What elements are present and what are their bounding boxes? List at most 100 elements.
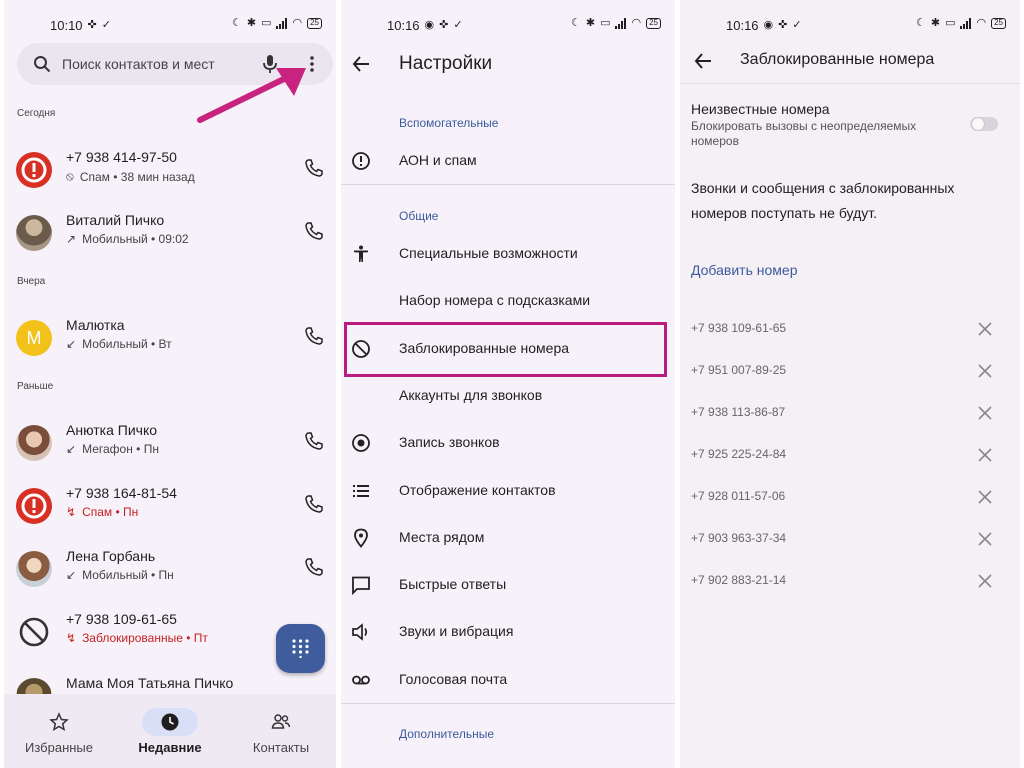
- settings-item-label: АОН и спам: [399, 152, 477, 168]
- status-time: 10:16: [726, 18, 759, 33]
- call-row[interactable]: +7 938 414-97-50 ⦸ Спам • 38 мин назад: [4, 148, 336, 204]
- search-input[interactable]: Поиск контактов и мест: [62, 56, 215, 72]
- call-meta: ↯ Спам • Пн: [66, 505, 139, 519]
- settings-item-quick-responses[interactable]: Быстрые ответы: [341, 563, 675, 607]
- tab-recent-label: Недавние: [138, 740, 202, 755]
- remove-close-icon[interactable]: [978, 322, 992, 336]
- caller-name: +7 938 164-81-54: [66, 485, 177, 501]
- caller-name: Мама Моя Татьяна Пичко: [66, 675, 234, 691]
- phone-call-icon[interactable]: [304, 494, 324, 514]
- phone-call-icon[interactable]: [304, 326, 324, 346]
- blocked-number: +7 928 011-57-06: [691, 489, 786, 503]
- settings-item-caller-id[interactable]: АОН и спам: [341, 139, 675, 183]
- blocked-number: +7 925 225-24-84: [691, 447, 787, 461]
- call-meta: ↗ Мобильный • 09:02: [66, 232, 189, 246]
- settings-item-label: Специальные возможности: [399, 245, 578, 261]
- settings-item-label: Голосовая почта: [399, 671, 508, 687]
- remove-close-icon[interactable]: [978, 364, 992, 378]
- bottom-navigation: Избранные Недавние Контакты: [4, 694, 336, 768]
- vibrate-icon: ▭: [600, 17, 611, 29]
- settings-item-display-options[interactable]: Отображение контактов: [341, 469, 675, 513]
- vibrate-icon: ▭: [261, 17, 272, 29]
- clock-icon: [161, 713, 179, 731]
- wifi-icon: ◠: [631, 17, 642, 29]
- bluetooth-icon: ✱: [930, 17, 941, 29]
- incoming-call-icon: ↙: [66, 337, 77, 351]
- spam-alert-icon: [21, 493, 47, 519]
- tab-recent[interactable]: Недавние: [115, 694, 225, 768]
- missed-call-icon: ✓: [453, 19, 463, 31]
- incoming-call-icon: ↙: [66, 442, 77, 456]
- blocked-icon: ⦸: [66, 169, 74, 183]
- section-today: Сегодня: [17, 108, 56, 119]
- back-arrow-icon[interactable]: [351, 54, 371, 74]
- alert-circle-icon: [352, 152, 370, 170]
- divider: [341, 703, 675, 704]
- settings-item-label: Места рядом: [399, 529, 485, 545]
- recents-screen: 10:10 ✜ ✓ ☾ ✱ ▭ ◠ 25 Поиск контактов и м…: [4, 0, 336, 768]
- blocked-number: +7 951 007-89-25: [691, 363, 787, 377]
- blocked-number-row: +7 938 109-61-65: [680, 314, 1020, 344]
- blocked-icon: [19, 617, 49, 647]
- notification-icon: ✜: [87, 19, 97, 31]
- status-time: 10:10: [50, 18, 83, 33]
- message-icon: [352, 576, 370, 595]
- notification-icon: ✜: [778, 19, 788, 31]
- remove-close-icon[interactable]: [978, 574, 992, 588]
- dialpad-button[interactable]: [276, 624, 325, 673]
- category-aux: Вспомогательные: [399, 116, 499, 130]
- call-row[interactable]: Лена Горбань ↙ Мобильный • Пн: [4, 547, 336, 603]
- bluetooth-icon: ✱: [585, 17, 596, 29]
- call-meta: ↙ Мобильный • Пн: [66, 568, 174, 582]
- settings-item-voicemail[interactable]: Голосовая почта: [341, 658, 675, 702]
- remove-close-icon[interactable]: [978, 532, 992, 546]
- caller-name: +7 938 109-61-65: [66, 611, 177, 627]
- phone-call-icon[interactable]: [304, 221, 324, 241]
- phone-call-icon[interactable]: [304, 431, 324, 451]
- signal-icon: [615, 18, 627, 29]
- phone-call-icon[interactable]: [304, 158, 324, 178]
- settings-item-assisted-dialing[interactable]: Набор номера с подсказками: [341, 279, 675, 323]
- remove-close-icon[interactable]: [978, 490, 992, 504]
- unknown-numbers-toggle[interactable]: [970, 117, 998, 131]
- settings-item-accessibility[interactable]: Специальные возможности: [341, 232, 675, 276]
- call-meta: ↯ Заблокированные • Пт: [66, 631, 208, 645]
- missed-call-icon: ✓: [792, 19, 802, 31]
- call-row[interactable]: +7 938 164-81-54 ↯ Спам • Пн: [4, 484, 336, 540]
- call-meta: ↙ Мобильный • Вт: [66, 337, 172, 351]
- caller-name: Лена Горбань: [66, 548, 156, 564]
- blocked-number-row: +7 925 225-24-84: [680, 440, 1020, 470]
- caller-name: Анютка Пичко: [66, 422, 158, 438]
- call-meta: ⦸ Спам • 38 мин назад: [66, 169, 195, 184]
- tab-favorites[interactable]: Избранные: [4, 694, 114, 768]
- settings-item-nearby-places[interactable]: Места рядом: [341, 516, 675, 560]
- call-row[interactable]: Анютка Пичко ↙ Мегафон • Пн: [4, 421, 336, 477]
- caller-name: Виталий Пичко: [66, 212, 165, 228]
- call-row[interactable]: М Малютка ↙ Мобильный • Вт: [4, 316, 336, 372]
- recent-tab-icon-wrap: [142, 708, 198, 736]
- phone-call-icon[interactable]: [304, 557, 324, 577]
- add-number-link[interactable]: Добавить номер: [691, 262, 797, 278]
- tab-contacts-label: Контакты: [252, 740, 310, 755]
- bluetooth-icon: ✱: [246, 17, 257, 29]
- incoming-call-icon: ↙: [66, 568, 77, 582]
- dialpad-icon: [292, 639, 309, 658]
- app-bar: Заблокированные номера: [680, 38, 1020, 84]
- divider: [341, 184, 675, 185]
- wifi-icon: ◠: [292, 17, 303, 29]
- remove-close-icon[interactable]: [978, 448, 992, 462]
- settings-item-sounds[interactable]: Звуки и вибрация: [341, 610, 675, 654]
- accessibility-icon: [354, 245, 368, 262]
- settings-item-calling-accounts[interactable]: Аккаунты для звонков: [341, 374, 675, 418]
- tab-contacts[interactable]: Контакты: [226, 694, 336, 768]
- call-row[interactable]: Виталий Пичко ↗ Мобильный • 09:02: [4, 211, 336, 267]
- settings-item-call-recording[interactable]: Запись звонков: [341, 421, 675, 465]
- people-icon: [271, 714, 291, 729]
- remove-close-icon[interactable]: [978, 406, 992, 420]
- battery-icon: 25: [307, 18, 322, 29]
- settings-item-label: Набор номера с подсказками: [399, 292, 591, 308]
- voicemail-icon: [352, 675, 370, 685]
- status-bar: 10:16 ◉ ✜ ✓ ☾ ✱ ▭ ◠ 25: [680, 14, 1020, 34]
- back-arrow-icon[interactable]: [693, 51, 713, 71]
- record-icon: [352, 434, 370, 452]
